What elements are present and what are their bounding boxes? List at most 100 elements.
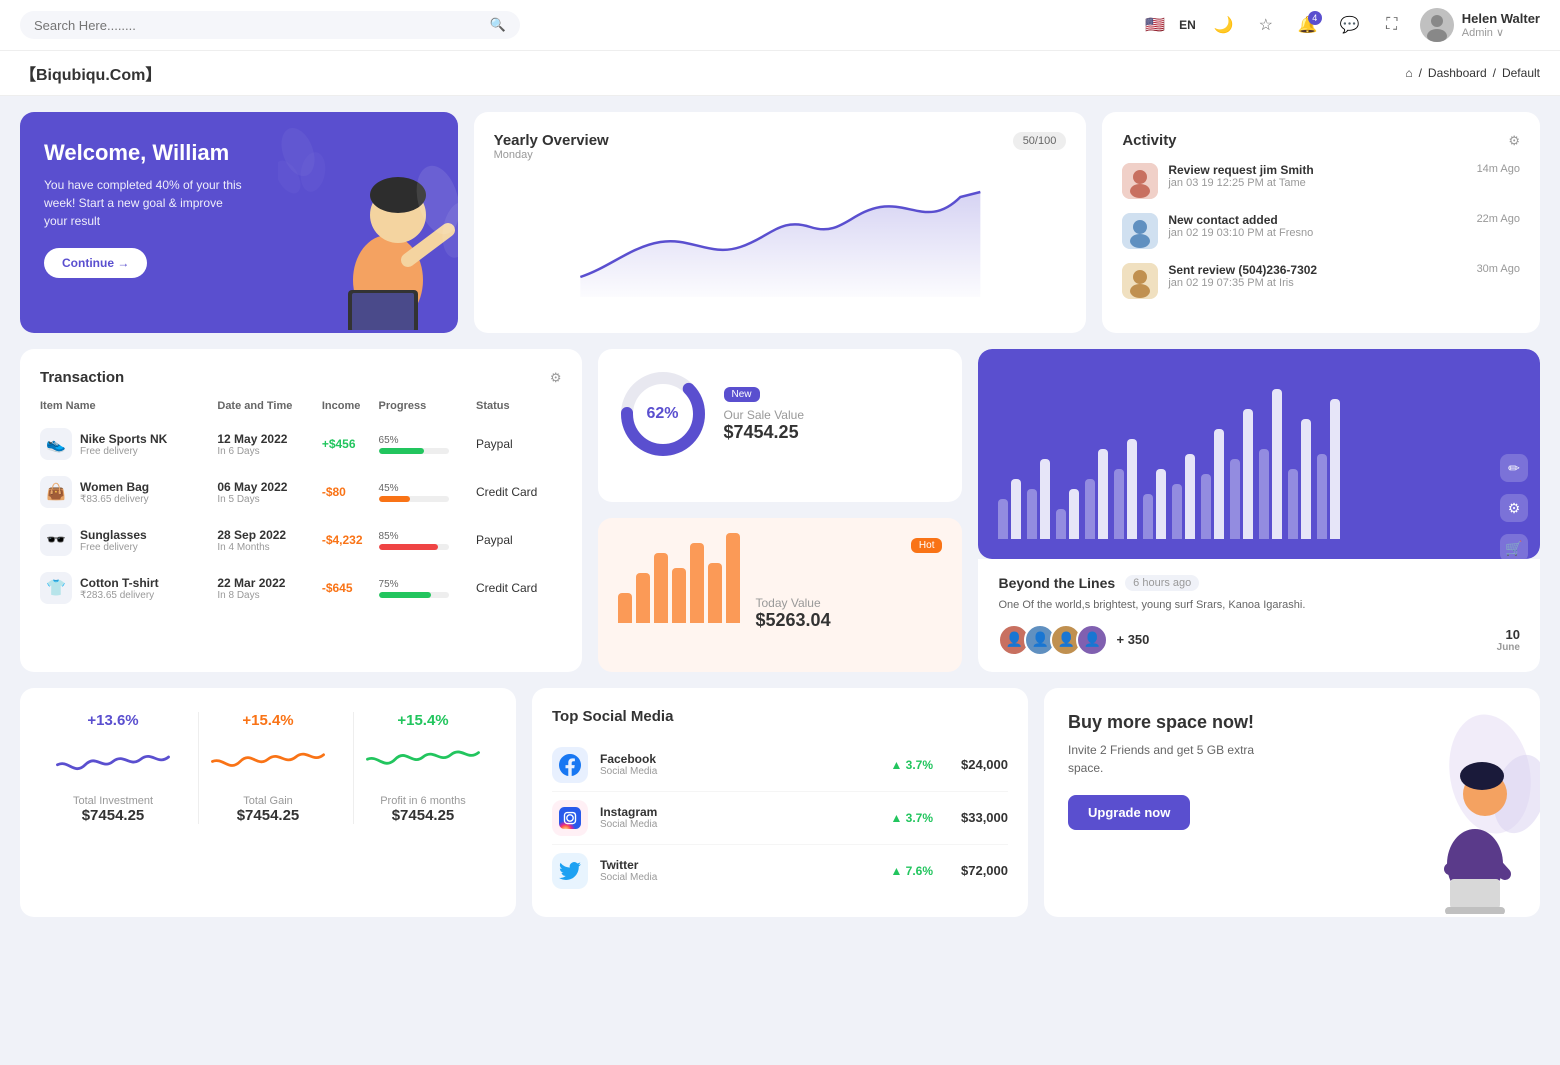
transaction-table: Item Name Date and Time Income Progress … [40,400,562,612]
td-progress-2: 85% [379,516,476,564]
bar-white-8 [1243,409,1253,539]
today-bar-4 [690,543,704,623]
bar-light-9 [1259,449,1269,539]
row1: Welcome, William You have completed 40% … [20,112,1540,333]
activity-item-0: Review request jim Smith jan 03 19 12:25… [1122,163,1520,199]
chart-actions: ✏ ⚙ 🛒 [1500,454,1528,559]
continue-button[interactable]: Continue → [44,248,147,278]
breadcrumb-default[interactable]: Default [1502,66,1540,80]
user-details: Helen Walter Admin ∨ [1462,11,1540,39]
activity-avatar-1 [1122,213,1158,249]
metric-value-2: $7454.25 [392,807,455,824]
transaction-settings-icon[interactable]: ⚙ [550,370,562,386]
col-progress: Progress [379,400,476,420]
bar-white-0 [1011,479,1021,539]
user-info[interactable]: Helen Walter Admin ∨ [1420,8,1540,42]
star-icon[interactable]: ☆ [1252,11,1280,39]
chart-bar-group-5 [1143,469,1166,539]
activity-time-text-0: jan 03 19 12:25 PM at Tame [1168,177,1466,189]
activity-info-1: New contact added jan 02 19 03:10 PM at … [1168,213,1466,239]
breadcrumb: ⌂ / Dashboard / Default [1405,66,1540,80]
beyond-date-num: 10 [1497,627,1520,642]
bar-white-1 [1040,459,1050,539]
td-item-0: 👟 Nike Sports NK Free delivery [40,420,217,468]
bar-light-0 [998,499,1008,539]
beyond-time: 6 hours ago [1125,575,1199,591]
upgrade-button[interactable]: Upgrade now [1068,795,1190,830]
user-name: Helen Walter [1462,11,1540,26]
chart-cart-icon[interactable]: 🛒 [1500,534,1528,559]
bell-icon[interactable]: 🔔 4 [1294,11,1322,39]
today-bar-3 [672,568,686,623]
td-status-0: Paypal [476,420,562,468]
beyond-desc: One Of the world,s brightest, young surf… [998,597,1520,614]
col-item: Item Name [40,400,217,420]
social-amount-0: $24,000 [961,757,1008,772]
col-status: Status [476,400,562,420]
chart-card: ✏ ⚙ 🛒 [978,349,1540,559]
transaction-card: Transaction ⚙ Item Name Date and Time In… [20,349,582,672]
item-name-3: Cotton T-shirt [80,576,159,590]
bar-light-2 [1056,509,1066,539]
td-date-2: 28 Sep 2022 In 4 Months [217,516,321,564]
social-info-0: Facebook Social Media [600,752,657,777]
breadcrumb-dashboard[interactable]: Dashboard [1428,66,1487,80]
chart-bar-group-0 [998,479,1021,539]
avatar [1420,8,1454,42]
activity-time-text-2: jan 02 19 07:35 PM at Iris [1168,277,1466,289]
wave-chart-2 [354,737,492,787]
activity-info-2: Sent review (504)236-7302 jan 02 19 07:3… [1168,263,1466,289]
wave-chart-0 [44,737,182,787]
overview-card: Yearly Overview Monday 50/100 [474,112,1087,333]
today-bar-5 [708,563,722,623]
table-row-1: 👜 Women Bag ₹83.65 delivery 06 May 2022 … [40,468,562,516]
chart-edit-icon[interactable]: ✏ [1500,454,1528,482]
overview-title: Yearly Overview [494,132,609,149]
td-status-2: Paypal [476,516,562,564]
upgrade-desc: Invite 2 Friends and get 5 GB extra spac… [1068,741,1268,777]
td-progress-3: 75% [379,564,476,612]
beyond-avatars: 👤 👤 👤 👤 [998,624,1102,656]
chart-bar-group-3 [1085,449,1108,539]
today-tag: Hot [911,538,943,553]
transaction-header: Transaction ⚙ [40,369,562,386]
search-icon: 🔍 [490,17,506,33]
brand: 【Biqubiqu.Com】 [20,61,161,85]
activity-time-2: 30m Ago [1477,263,1520,275]
social-items: Facebook Social Media ▲ 3.7% $24,000 Ins… [552,739,1008,897]
table-row-2: 🕶️ Sunglasses Free delivery 28 Sep 2022 … [40,516,562,564]
chart-panel: ✏ ⚙ 🛒 Beyond the Lines 6 hours ago One O… [978,349,1540,672]
bar-white-7 [1214,429,1224,539]
sale-value-card: 62% New Our Sale Value $7454.25 [598,349,963,502]
activity-avatar-0 [1122,163,1158,199]
item-sub-3: ₹283.65 delivery [80,590,159,601]
social-item-1: Instagram Social Media ▲ 3.7% $33,000 [552,792,1008,845]
beyond-date-sub: June [1497,642,1520,653]
search-bar[interactable]: 🔍 [20,11,520,39]
activity-avatar-2 [1122,263,1158,299]
search-input[interactable] [34,18,482,33]
chart-settings-icon[interactable]: ⚙ [1500,494,1528,522]
upgrade-title: Buy more space now! [1068,712,1268,733]
fullscreen-icon[interactable]: ⛶ [1378,11,1406,39]
social-item-0: Facebook Social Media ▲ 3.7% $24,000 [552,739,1008,792]
activity-name-2: Sent review (504)236-7302 [1168,263,1466,277]
td-income-0: +$456 [322,420,379,468]
beyond-av-4: 👤 [1076,624,1108,656]
home-icon[interactable]: ⌂ [1405,66,1412,80]
beyond-count: + 350 [1116,632,1149,647]
chart-bar-group-8 [1230,409,1253,539]
chart-bar-group-1 [1027,459,1050,539]
metric-item-2: +15.4% Profit in 6 months $7454.25 [354,712,492,824]
chart-bar-group-9 [1259,389,1282,539]
activity-info-0: Review request jim Smith jan 03 19 12:25… [1168,163,1466,189]
metrics-card: +13.6% Total Investment $7454.25 +15.4% … [20,688,516,917]
lang-label: EN [1179,18,1196,32]
activity-item-2: Sent review (504)236-7302 jan 02 19 07:3… [1122,263,1520,299]
chat-icon[interactable]: 💬 [1336,11,1364,39]
theme-toggle[interactable]: 🌙 [1210,11,1238,39]
bar-light-1 [1027,489,1037,539]
activity-settings-icon[interactable]: ⚙ [1508,133,1520,149]
yearly-chart [494,177,1067,297]
activity-title: Activity [1122,132,1176,149]
